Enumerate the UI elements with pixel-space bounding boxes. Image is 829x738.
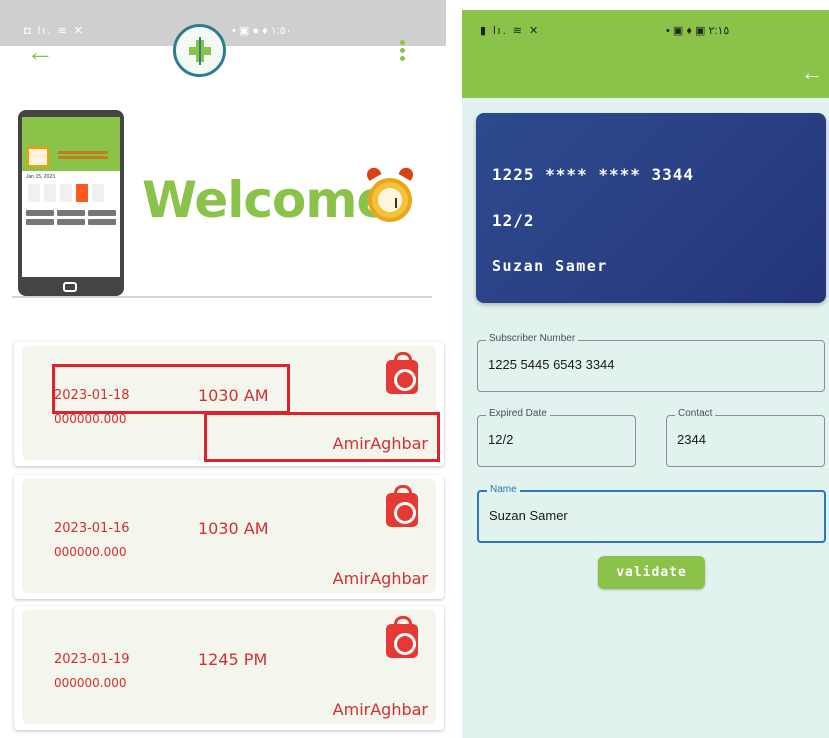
welcome-heading: Welcome xyxy=(142,171,390,229)
status-icons-right: • ▣ ● ♦ ١:٥٠ xyxy=(232,25,292,37)
appointment-date: 2023-01-16 xyxy=(54,521,130,536)
welcome-banner: Jan 15, 2023 Welcome xyxy=(12,104,432,298)
back-arrow-icon[interactable]: ← xyxy=(801,62,823,84)
card-holder: Suzan Samer xyxy=(492,257,608,275)
back-arrow-icon[interactable]: ← xyxy=(26,38,54,66)
appointment-phone: 000000.000 xyxy=(54,676,127,690)
appointment-phone: 000000.000 xyxy=(54,412,127,426)
mock-date: Jan 15, 2023 xyxy=(26,174,55,180)
lock-icon[interactable] xyxy=(386,485,418,527)
highlight-box-owner xyxy=(204,412,440,462)
left-screen: ◘ lı. ≋ ✕ • ▣ ● ♦ ١:٥٠ ← Jan 15, 2023 We… xyxy=(0,0,446,738)
contact-label: Contact xyxy=(675,408,716,419)
expired-date-value: 12/2 xyxy=(488,432,514,447)
phone-mockup-image: Jan 15, 2023 xyxy=(18,110,124,296)
medical-logo-icon xyxy=(173,24,226,77)
subscriber-number-label: Subscriber Number xyxy=(486,333,579,344)
name-field[interactable]: Name Suzan Samer xyxy=(477,484,826,543)
credit-card-preview: 1225 **** **** 3344 12/2 Suzan Samer xyxy=(476,113,826,303)
appointment-date: 2023-01-19 xyxy=(54,652,130,667)
status-icons-left: ▮ lı. ≋ ✕ xyxy=(480,25,541,37)
highlight-box-date-time xyxy=(52,364,290,414)
expired-date-field[interactable]: Expired Date 12/2 xyxy=(477,408,636,467)
right-screen: ▮ lı. ≋ ✕ • ▣ ♦ ▣ ٢:١٥ ← 1225 **** **** … xyxy=(462,10,829,738)
appointment-owner: AmirAghbar xyxy=(332,700,428,719)
appointment-card[interactable]: 2023-01-16 1030 AM 000000.000 AmirAghbar xyxy=(14,475,444,599)
alarm-clock-icon xyxy=(362,162,418,234)
status-icons-right: • ▣ ♦ ▣ ٢:١٥ xyxy=(666,25,730,37)
name-label: Name xyxy=(487,484,520,495)
card-number: 1225 **** **** 3344 xyxy=(492,165,695,184)
appointment-time: 1030 AM xyxy=(198,519,269,538)
calendar-icon xyxy=(27,147,49,167)
subscriber-number-field[interactable]: Subscriber Number 1225 5445 6543 3344 xyxy=(477,333,825,392)
appointment-owner: AmirAghbar xyxy=(332,569,428,588)
appointment-phone: 000000.000 xyxy=(54,545,127,559)
card-expiry: 12/2 xyxy=(492,211,535,230)
contact-field[interactable]: Contact 2344 xyxy=(666,408,825,467)
home-button-icon xyxy=(63,282,77,292)
lock-icon[interactable] xyxy=(386,616,418,658)
contact-value: 2344 xyxy=(677,432,706,447)
subscriber-number-value: 1225 5445 6543 3344 xyxy=(488,357,615,372)
appointment-time: 1245 PM xyxy=(198,650,268,669)
lock-icon[interactable] xyxy=(386,352,418,394)
expired-date-label: Expired Date xyxy=(486,408,550,419)
name-value: Suzan Samer xyxy=(489,508,568,523)
validate-button[interactable]: validate xyxy=(598,556,705,589)
appointment-card[interactable]: 2023-01-19 1245 PM 000000.000 AmirAghbar xyxy=(14,606,444,730)
app-bar: ← xyxy=(462,46,829,98)
more-options-icon[interactable] xyxy=(400,40,408,64)
